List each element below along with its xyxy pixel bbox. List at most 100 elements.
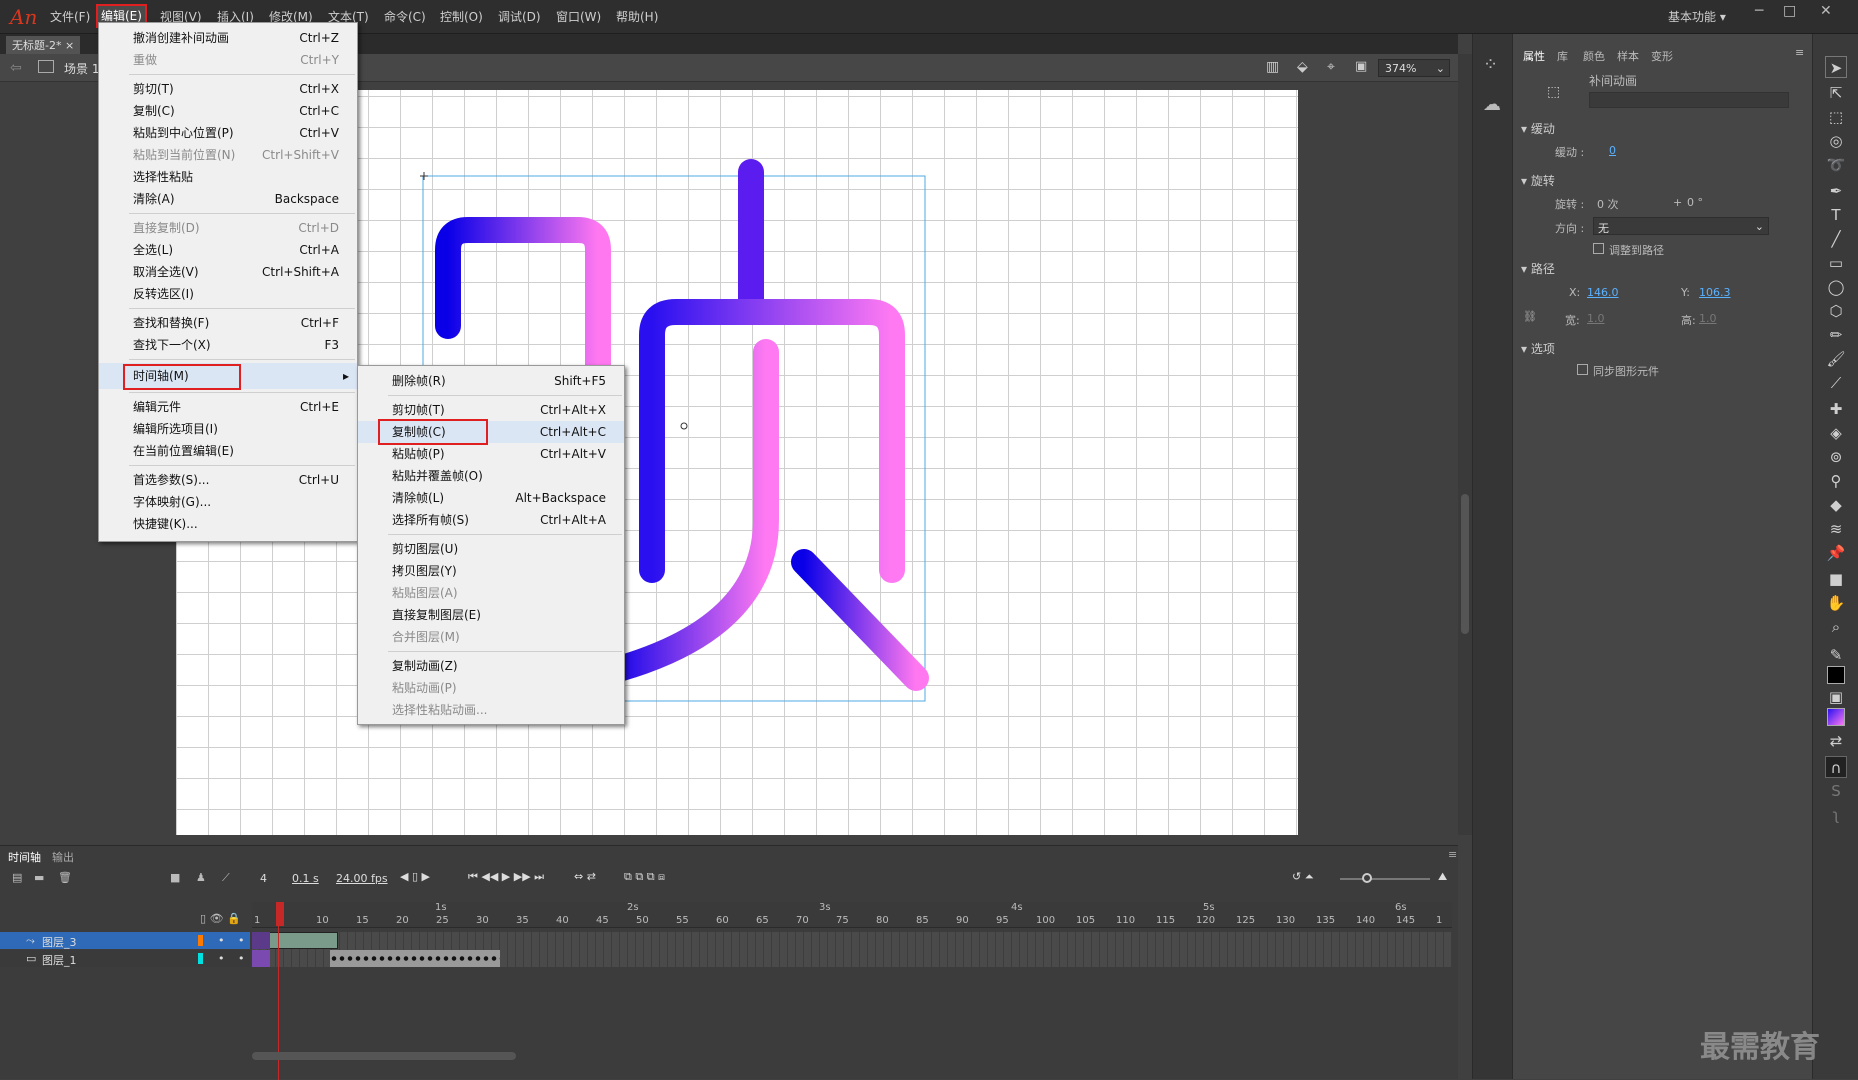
menu-item-find-replace[interactable]: 查找和替换(F) Ctrl+F (99, 312, 357, 334)
section-ease[interactable]: ▾ 缓动 (1521, 120, 1555, 137)
tab-transform[interactable]: 变形 (1651, 48, 1673, 64)
fill-color-swatch[interactable] (1827, 708, 1845, 726)
orient-to-path-checkbox[interactable] (1593, 243, 1604, 254)
zoom-slider[interactable] (1340, 878, 1430, 880)
menu-item-paste-frames[interactable]: 粘贴帧(P) Ctrl+Alt+V (358, 443, 624, 465)
keyframe[interactable] (252, 950, 270, 967)
menu-item-duplicate[interactable]: 直接复制(D) Ctrl+D (99, 217, 357, 239)
zoom-select[interactable]: 374% ⌄ (1378, 59, 1450, 77)
menu-item-edit-selected[interactable]: 编辑所选项目(I) (99, 418, 357, 440)
lock-dot[interactable]: • (238, 952, 245, 965)
eye-icon[interactable]: 👁 (210, 912, 224, 925)
width-tool-icon[interactable]: ≋ (1825, 518, 1847, 540)
ease-value[interactable]: 0 (1609, 144, 1616, 157)
height-value[interactable]: 1.0 (1699, 312, 1717, 325)
menu-item-font-mapping[interactable]: 字体映射(G)... (99, 491, 357, 513)
menu-commands[interactable]: 命令(C) (384, 8, 426, 25)
bone-tool-icon[interactable]: ✚ (1825, 398, 1847, 420)
new-folder-icon[interactable]: ▬ (34, 871, 44, 884)
line-tool-icon[interactable]: ╱ (1825, 228, 1847, 250)
menu-item-clear[interactable]: 清除(A) Backspace (99, 188, 357, 210)
sync-checkbox[interactable] (1577, 364, 1588, 375)
instance-name-input[interactable] (1589, 92, 1789, 108)
menu-item-paste-center[interactable]: 粘贴到中心位置(P) Ctrl+V (99, 122, 357, 144)
tab-properties[interactable]: 属性 (1523, 48, 1545, 64)
menu-item-redo[interactable]: 重做 Ctrl+Y (99, 49, 357, 71)
menu-item-copy-frames[interactable]: 复制帧(C) Ctrl+Alt+C (358, 419, 624, 445)
camera-toggle-icon[interactable]: ■ (170, 871, 180, 884)
menu-item-paste-layer[interactable]: 粘贴图层(A) (358, 582, 624, 604)
zoom-slider-thumb[interactable] (1362, 873, 1372, 883)
menu-item-invert-selection[interactable]: 反转选区(I) (99, 283, 357, 305)
eyedropper-icon[interactable]: ⚲ (1825, 470, 1847, 492)
menu-item-preferences[interactable]: 首选参数(S)... Ctrl+U (99, 469, 357, 491)
polystar-tool-icon[interactable]: ⬡ (1825, 300, 1847, 322)
new-layer-icon[interactable]: ▤ (12, 871, 22, 884)
menu-item-cut-layer[interactable]: 剪切图层(U) (358, 538, 624, 560)
clip-icon[interactable]: ▣ (1355, 59, 1367, 74)
pin-icon[interactable]: 📌 (1825, 542, 1847, 564)
section-rotate[interactable]: ▾ 旋转 (1521, 172, 1555, 189)
menu-debug[interactable]: 调试(D) (498, 8, 541, 25)
menu-item-copy[interactable]: 复制(C) Ctrl+C (99, 100, 357, 122)
menu-control[interactable]: 控制(O) (440, 8, 483, 25)
layer-name[interactable]: 图层_3 (42, 934, 77, 950)
panel-menu-icon[interactable]: ≡ (1795, 46, 1804, 59)
menu-help[interactable]: 帮助(H) (616, 8, 658, 25)
layer-row[interactable]: ▭ 图层_1 • • (0, 950, 250, 967)
graph-icon[interactable]: ⟋ (222, 871, 230, 885)
fit-frames-icon[interactable]: ↺ ⏶ (1292, 870, 1314, 884)
subselection-tool-icon[interactable]: ⇱ (1825, 82, 1847, 104)
center-frame-icon[interactable]: ◀ ▯ ▶ (400, 870, 430, 883)
menu-item-copy-motion[interactable]: 复制动画(Z) (358, 655, 624, 677)
center-stage-icon[interactable]: ⌖ (1327, 59, 1335, 75)
selection-tool-icon[interactable]: ➤ (1825, 56, 1847, 78)
minimize-button[interactable]: ─ (1755, 3, 1763, 19)
zoom-tool-icon[interactable]: ⌕ (1825, 616, 1847, 638)
menu-item-remove-frames[interactable]: 删除帧(R) Shift+F5 (358, 370, 624, 392)
visible-dot[interactable]: • (218, 952, 225, 965)
oval-tool-icon[interactable]: ◯ (1825, 276, 1847, 298)
back-arrow-icon[interactable]: ⇦ (10, 60, 22, 76)
frame-rate[interactable]: 24.00 fps (336, 872, 388, 885)
tab-swatches[interactable]: 样本 (1617, 48, 1639, 64)
transform-point[interactable] (680, 422, 688, 430)
snap-magnet-icon[interactable]: ∩ (1825, 756, 1847, 778)
menu-item-edit-symbols[interactable]: 编辑元件 Ctrl+E (99, 396, 357, 418)
visible-dot[interactable]: • (218, 934, 225, 947)
menu-item-paste-special[interactable]: 选择性粘贴 (99, 166, 357, 188)
menu-item-clear-frames[interactable]: 清除帧(L) Alt+Backspace (358, 487, 624, 509)
smooth-icon[interactable]: S (1825, 780, 1847, 802)
menu-item-timeline[interactable]: 时间轴(M) ▸ (99, 363, 357, 390)
timeline-ruler[interactable]: 1s2s3s4s5s6s1510152025303540455055606570… (252, 902, 1452, 928)
3d-rotation-icon[interactable]: ◎ (1825, 130, 1847, 152)
x-value[interactable]: 146.0 (1587, 286, 1619, 299)
fill-color-icon[interactable]: ▣ (1825, 686, 1847, 708)
tab-color[interactable]: 颜色 (1583, 48, 1605, 64)
current-time[interactable]: 0.1 s (292, 872, 319, 885)
free-transform-icon[interactable]: ⬚ (1825, 106, 1847, 128)
section-options[interactable]: ▾ 选项 (1521, 340, 1555, 357)
workspace-switcher[interactable]: 基本功能 ▾ (1668, 8, 1726, 25)
cc-libraries-icon[interactable]: ☁ (1483, 94, 1501, 115)
ink-bottle-icon[interactable]: ⊚ (1825, 446, 1847, 468)
pencil-icon[interactable]: ✏ (1825, 324, 1847, 346)
straighten-icon[interactable]: ʅ (1825, 804, 1847, 826)
menu-item-copy-layer[interactable]: 拷贝图层(Y) (358, 560, 624, 582)
edit-symbol-icon[interactable]: ⬙ (1297, 59, 1308, 75)
menu-item-undo[interactable]: 撤消创建补间动画 Ctrl+Z (99, 27, 357, 49)
menu-item-deselect-all[interactable]: 取消全选(V) Ctrl+Shift+A (99, 261, 357, 283)
mountain-icon[interactable]: ⛰ (1438, 870, 1447, 884)
current-frame[interactable]: 4 (260, 872, 267, 885)
link-icon[interactable]: ⛓ (1523, 310, 1537, 323)
menu-file[interactable]: 文件(F) (50, 8, 90, 25)
keyframe-run[interactable] (330, 950, 500, 967)
menu-item-find-next[interactable]: 查找下一个(X) F3 (99, 334, 357, 356)
menu-item-paste-motion-special[interactable]: 选择性粘贴动画... (358, 699, 624, 721)
edit-scene-icon[interactable]: ▥ (1266, 59, 1279, 75)
width-value[interactable]: 1.0 (1587, 312, 1605, 325)
rectangle-tool-icon[interactable]: ▭ (1825, 252, 1847, 274)
playback-controls[interactable]: ⏮ ◀◀ ▶ ▶▶ ⏭ (468, 870, 544, 884)
menu-item-merge-layers[interactable]: 合并图层(M) (358, 626, 624, 648)
loop-icon[interactable]: ⇔ ⇄ (574, 870, 596, 883)
